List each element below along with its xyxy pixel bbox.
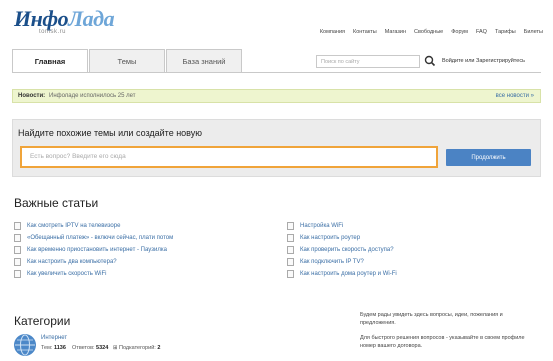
article-link[interactable]: Как настроить роутер (287, 232, 397, 244)
article-link[interactable]: Как подключить IP TV? (287, 256, 397, 268)
article-title: Как временно приостановить интернет - Па… (27, 247, 167, 253)
articles-right-column: Настройка WiFi Как настроить роутер Как … (287, 220, 397, 280)
article-link[interactable]: Как настроить два компьютера? (14, 256, 173, 268)
subcategories-count: 2 (157, 345, 161, 351)
article-link[interactable]: Как временно приостановить интернет - Па… (14, 244, 173, 256)
all-news-link[interactable]: все новости » (496, 90, 534, 103)
site-logo[interactable]: ИнфоЛада tomsk.ru (14, 6, 115, 35)
login-link[interactable]: Войдите или Зарегистрируйтесь (442, 58, 525, 64)
article-title: «Обещанный платеж» - включи сейчас, плат… (27, 235, 174, 241)
nav-link-contacts[interactable]: Контакты (353, 29, 377, 35)
document-icon (287, 246, 294, 254)
logo-alt-text: Лада (68, 6, 115, 31)
news-bar: Новости: Инфоладе исполнилось 25 лет все… (12, 89, 541, 103)
article-title: Как подключить IP TV? (300, 259, 364, 265)
document-icon (14, 234, 21, 242)
feedback-note: Будем рады увидеть здесь вопросы, идеи, … (360, 312, 503, 326)
article-link[interactable]: «Обещанный платеж» - включи сейчас, плат… (14, 232, 173, 244)
document-icon (14, 270, 21, 278)
article-title: Как проверить скорость доступа? (300, 247, 394, 253)
news-headline[interactable]: Инфоладе исполнилось 25 лет (49, 90, 136, 103)
category-name-internet[interactable]: Интернет (41, 335, 67, 341)
nav-link-shop[interactable]: Магазин (385, 29, 406, 35)
article-link[interactable]: Настройка WiFi (287, 220, 397, 232)
article-title: Как настроить роутер (300, 235, 361, 241)
internet-globe-icon[interactable] (14, 334, 36, 356)
tab-knowledge-base[interactable]: База знаний (166, 49, 242, 72)
document-icon (287, 270, 294, 278)
nav-link-faq[interactable]: FAQ (476, 29, 487, 35)
subcategories-label: Подкатегорий: (119, 345, 156, 351)
tabs-divider (12, 72, 541, 73)
article-title: Как настроить дома роутер и Wi-Fi (300, 271, 397, 277)
nav-link-company[interactable]: Компания (320, 29, 345, 35)
continue-button[interactable]: Продолжить (446, 149, 531, 166)
nav-link-forum[interactable]: Форум (451, 29, 468, 35)
document-icon (287, 234, 294, 242)
article-link[interactable]: Как смотреть IPTV на телевизоре (14, 220, 173, 232)
document-icon (14, 258, 21, 266)
document-icon (287, 222, 294, 230)
document-icon (14, 222, 21, 230)
news-label: Новости: (18, 93, 46, 99)
site-search-input[interactable]: Поиск по сайту (316, 55, 420, 68)
topics-count: 1136 (53, 345, 66, 351)
question-title: Найдите похожие темы или создайте новую (18, 128, 203, 138)
articles-left-column: Как смотреть IPTV на телевизоре «Обещанн… (14, 220, 173, 280)
contract-note: Для быстрого решения вопросов - указывай… (360, 335, 525, 349)
article-title: Как настроить два компьютера? (27, 259, 117, 265)
document-icon (287, 258, 294, 266)
main-tabs: Главная Темы База знаний (12, 49, 243, 73)
topics-label: Тем: (41, 345, 53, 351)
top-navigation: Компания Контакты Магазин Свободные Фору… (320, 29, 543, 35)
tab-home[interactable]: Главная (12, 49, 88, 73)
nav-link-tickets[interactable]: Билеты (524, 29, 543, 35)
question-input[interactable]: Есть вопрос? Введите его сюда (20, 146, 438, 168)
articles-heading: Важные статьи (14, 196, 99, 210)
search-icon[interactable] (423, 54, 437, 68)
logo-main-text: Инфо (14, 6, 69, 31)
article-link[interactable]: Как проверить скорость доступа? (287, 244, 397, 256)
answers-count: 5324 (96, 345, 109, 351)
categories-heading: Категории (14, 314, 71, 328)
nav-link-tariffs[interactable]: Тарифы (495, 29, 516, 35)
article-title: Как увеличить скорость WiFi (27, 271, 107, 277)
tab-topics[interactable]: Темы (89, 49, 165, 72)
answers-label: Ответов: (72, 345, 95, 351)
nav-link-free[interactable]: Свободные (414, 29, 443, 35)
document-icon (14, 246, 21, 254)
article-title: Настройка WiFi (300, 223, 344, 229)
category-stats: Тем: 1136 Ответов: 5324 ⊞ Подкатегорий: … (41, 345, 161, 351)
article-title: Как смотреть IPTV на телевизоре (27, 223, 121, 229)
article-link[interactable]: Как увеличить скорость WiFi (14, 268, 173, 280)
article-link[interactable]: Как настроить дома роутер и Wi-Fi (287, 268, 397, 280)
